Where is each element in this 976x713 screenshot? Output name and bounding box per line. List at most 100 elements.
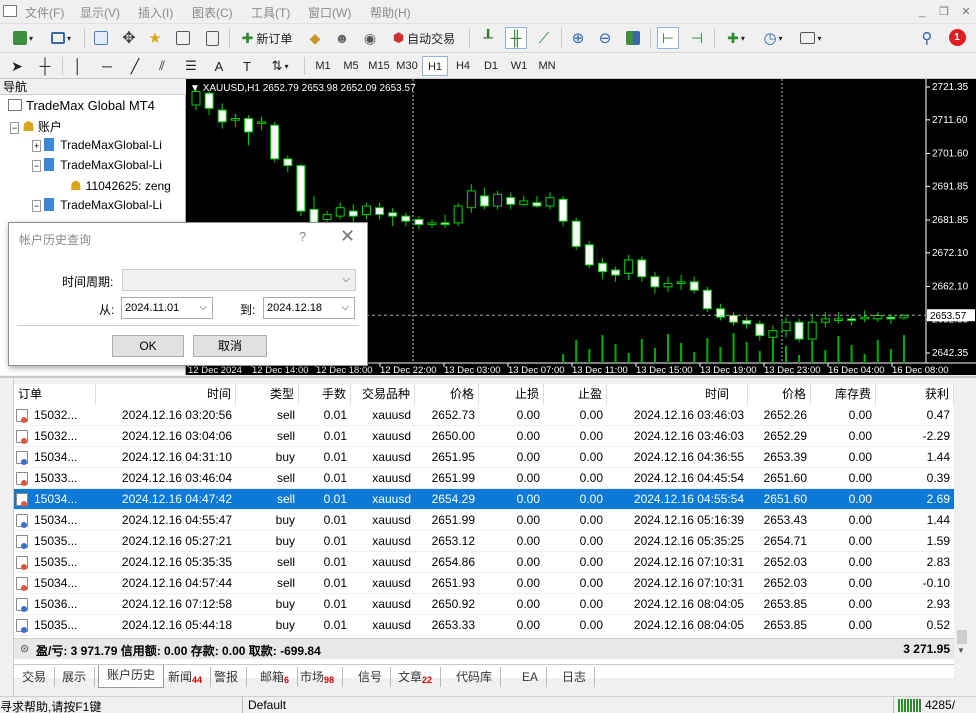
- period-select[interactable]: ⌵: [122, 269, 356, 291]
- table-row[interactable]: 15032... 2024.12.16 03:20:56 sell 0.01 xauus…: [14, 405, 954, 426]
- help-icon[interactable]: ?: [299, 229, 306, 244]
- market-watch-button[interactable]: [90, 27, 112, 49]
- column-header[interactable]: 止盈: [544, 384, 607, 405]
- column-header[interactable]: 订单: [14, 384, 96, 405]
- column-header[interactable]: 类型: [236, 384, 299, 405]
- splitter[interactable]: [0, 376, 976, 378]
- menu-view[interactable]: 显示(V): [80, 4, 120, 21]
- menu-insert[interactable]: 插入(I): [138, 4, 173, 21]
- text-button[interactable]: A: [208, 55, 230, 77]
- column-header[interactable]: 止损: [479, 384, 544, 405]
- tab-item[interactable]: EA: [514, 667, 548, 687]
- table-row[interactable]: 15034... 2024.12.16 04:57:44 sell 0.01 xauus…: [14, 573, 954, 594]
- ok-button[interactable]: OK: [112, 335, 184, 357]
- chart-shift-button[interactable]: ⊣: [686, 27, 708, 49]
- tf-d1[interactable]: D1: [478, 56, 504, 76]
- line-chart-button[interactable]: ⟋: [533, 27, 555, 49]
- close-icon[interactable]: ✕: [958, 5, 974, 19]
- menu-chart[interactable]: 图表(C): [192, 4, 233, 21]
- tab-item[interactable]: 交易: [14, 667, 56, 687]
- data-window-button[interactable]: ✥: [118, 27, 140, 49]
- community-button[interactable]: ☻: [331, 27, 353, 49]
- scroll-down-icon[interactable]: ▼: [957, 646, 965, 655]
- horizontal-line-button[interactable]: ─: [96, 55, 118, 77]
- fibonacci-button[interactable]: ☰: [180, 55, 202, 77]
- cancel-button[interactable]: 取消: [193, 335, 267, 357]
- periods-button[interactable]: ◷ ▾: [757, 27, 789, 49]
- table-row[interactable]: 15033... 2024.12.16 03:46:04 sell 0.01 xauus…: [14, 468, 954, 489]
- dialog-close-icon[interactable]: ✕: [340, 226, 355, 247]
- to-date-picker[interactable]: 2024.12.18 ⌵: [263, 297, 355, 319]
- table-row[interactable]: 15034... 2024.12.16 04:47:42 sell 0.01 xauus…: [14, 489, 954, 510]
- tab-item[interactable]: 日志: [554, 667, 596, 687]
- restore-icon[interactable]: ❐: [936, 5, 952, 19]
- tab-item[interactable]: 市场98: [292, 667, 344, 687]
- zoom-out-button[interactable]: ⊖: [594, 27, 616, 49]
- profiles-button[interactable]: ▾: [44, 27, 78, 49]
- tab-item[interactable]: 文章22: [390, 667, 442, 687]
- menu-tools[interactable]: 工具(T): [251, 4, 290, 21]
- scroll-thumb[interactable]: [957, 630, 967, 644]
- vertical-line-button[interactable]: │: [67, 55, 89, 77]
- tf-mn[interactable]: MN: [534, 56, 560, 76]
- tile-windows-button[interactable]: [622, 27, 644, 49]
- tf-m15[interactable]: M15: [366, 56, 392, 76]
- arrows-button[interactable]: ⇅ ▾: [263, 55, 297, 77]
- menu-help[interactable]: 帮助(H): [370, 4, 411, 21]
- cursor-button[interactable]: ➤: [6, 55, 28, 77]
- column-header[interactable]: 价格: [415, 384, 479, 405]
- column-header[interactable]: 交易品种: [351, 384, 415, 405]
- tf-m5[interactable]: M5: [338, 56, 364, 76]
- navigator-account-item[interactable]: + TradeMaxGlobal-Li: [32, 138, 162, 152]
- autoscroll-button[interactable]: ⊢: [657, 27, 679, 49]
- table-row[interactable]: 15034... 2024.12.16 04:55:47 buy 0.01 xauusd…: [14, 510, 954, 531]
- table-row[interactable]: 15035... 2024.12.16 05:35:35 sell 0.01 xauus…: [14, 552, 954, 573]
- candlestick-button[interactable]: ╫: [505, 27, 527, 49]
- column-header[interactable]: 库存费: [811, 384, 876, 405]
- column-header[interactable]: 获利: [876, 384, 954, 405]
- navigator-root[interactable]: TradeMax Global MT4: [8, 98, 155, 113]
- table-row[interactable]: 15032... 2024.12.16 03:04:06 sell 0.01 xauus…: [14, 426, 954, 447]
- tester-button[interactable]: [201, 27, 223, 49]
- table-row[interactable]: 15035... 2024.12.16 05:27:21 buy 0.01 xauusd…: [14, 531, 954, 552]
- indicators-button[interactable]: ✚ ▾: [720, 27, 752, 49]
- table-scrollbar[interactable]: ▼: [954, 384, 970, 658]
- tf-m1[interactable]: M1: [310, 56, 336, 76]
- tf-w1[interactable]: W1: [506, 56, 532, 76]
- column-header[interactable]: 时间: [607, 384, 748, 405]
- tab-item[interactable]: 警报: [206, 667, 248, 687]
- tf-h1[interactable]: H1: [422, 56, 448, 76]
- column-header[interactable]: 手数: [299, 384, 351, 405]
- auto-trading-button[interactable]: ⬢ 自动交易: [387, 27, 461, 49]
- menu-file[interactable]: 文件(F): [25, 4, 64, 21]
- navigator-login-item[interactable]: ☗ 11042625: zeng: [70, 178, 171, 194]
- tab-item[interactable]: 信号: [350, 667, 392, 687]
- new-chart-button[interactable]: ▾: [6, 27, 40, 49]
- navigator-account-item[interactable]: − TradeMaxGlobal-Li: [32, 198, 162, 212]
- tab-item[interactable]: 代码库: [448, 667, 502, 687]
- zoom-in-button[interactable]: ⊕: [567, 27, 589, 49]
- crosshair-button[interactable]: ┼: [34, 55, 56, 77]
- metaeditor-button[interactable]: ◆: [304, 27, 326, 49]
- tf-m30[interactable]: M30: [394, 56, 420, 76]
- templates-button[interactable]: ▾: [795, 27, 827, 49]
- signals-button[interactable]: ◉: [359, 27, 381, 49]
- navigator-accounts[interactable]: − ☗ 账户: [10, 118, 62, 135]
- menu-window[interactable]: 窗口(W): [308, 4, 351, 21]
- table-row[interactable]: 15036... 2024.12.16 07:12:58 buy 0.01 xauusd…: [14, 594, 954, 615]
- column-header[interactable]: 价格: [748, 384, 811, 405]
- tab-item[interactable]: 账户历史: [98, 665, 165, 688]
- tf-h4[interactable]: H4: [450, 56, 476, 76]
- tab-item[interactable]: 展示: [54, 667, 96, 687]
- tab-item[interactable]: 新闻44: [160, 667, 212, 687]
- search-button[interactable]: ⚲: [916, 27, 938, 49]
- label-button[interactable]: T: [236, 55, 258, 77]
- trendline-button[interactable]: ╱: [124, 55, 146, 77]
- table-row[interactable]: 15035... 2024.12.16 05:44:18 buy 0.01 xauusd…: [14, 615, 954, 636]
- navigator-account-item[interactable]: − TradeMaxGlobal-Li: [32, 158, 162, 172]
- from-date-picker[interactable]: 2024.11.01 ⌵: [121, 297, 213, 319]
- new-order-button[interactable]: ✚ 新订单: [236, 27, 298, 49]
- navigator-button[interactable]: ★: [144, 27, 166, 49]
- bar-chart-button[interactable]: ┸: [477, 27, 499, 49]
- column-header[interactable]: 时间: [96, 384, 236, 405]
